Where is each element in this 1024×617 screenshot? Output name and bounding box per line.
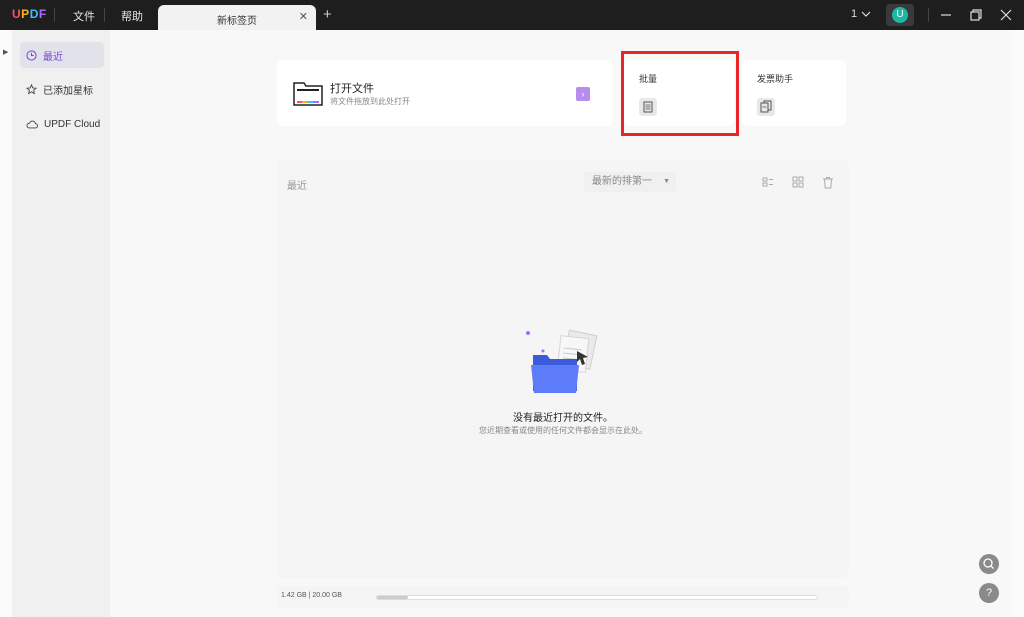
- storage-progress-fill: [377, 596, 409, 599]
- sidebar-item-recent[interactable]: 最近: [20, 42, 104, 68]
- recent-panel: 最近 最新的排第一 ▼ 没有最近打开的文件。 您近期查看或使用的任何文件都会显示…: [277, 160, 849, 578]
- search-fab-icon[interactable]: [979, 554, 999, 574]
- open-file-subtitle: 将文件拖放到此处打开: [330, 97, 410, 106]
- tab-close-icon[interactable]: ✕: [299, 10, 308, 23]
- empty-state-subtitle: 您近期查看或使用的任何文件都会显示在此处。: [479, 426, 647, 435]
- logo-letter-p: P: [21, 7, 30, 21]
- chevron-right-icon[interactable]: ›: [576, 87, 590, 101]
- close-window-icon[interactable]: [998, 7, 1014, 23]
- star-icon: [26, 83, 37, 94]
- sidebar: 最近 已添加星标 UPDF Cloud: [12, 30, 110, 617]
- separator: [54, 8, 55, 22]
- tab-new[interactable]: 新标签页 ✕: [158, 5, 316, 30]
- new-tab-plus-icon[interactable]: +: [323, 6, 332, 23]
- caret-down-icon: ▼: [663, 178, 670, 185]
- menu-help[interactable]: 帮助: [121, 8, 143, 24]
- recent-title: 最近: [287, 181, 307, 192]
- logo-letter-f: F: [38, 7, 47, 21]
- open-file-title: 打开文件: [330, 83, 374, 95]
- cloud-icon: [26, 120, 38, 128]
- invoice-title: 发票助手: [757, 74, 794, 84]
- clock-icon: [26, 49, 37, 61]
- page-count[interactable]: 1: [851, 8, 857, 20]
- storage-progress-track: [376, 595, 818, 600]
- logo-letter-d: D: [29, 7, 39, 21]
- avatar: U: [892, 7, 908, 23]
- highlight-box: [621, 51, 739, 136]
- help-fab-icon[interactable]: ?: [979, 583, 999, 603]
- logo-letter-u: U: [12, 7, 22, 21]
- sidebar-item-label: UPDF Cloud: [44, 118, 101, 130]
- sidebar-collapse-icon[interactable]: ▶: [3, 48, 8, 56]
- title-bar: UPDF 文件 帮助 新标签页 ✕ + 1 U: [0, 0, 1024, 30]
- sidebar-item-cloud[interactable]: UPDF Cloud: [20, 111, 104, 137]
- minimize-icon[interactable]: [938, 7, 954, 23]
- folder-icon: [293, 82, 323, 106]
- separator: [104, 8, 105, 22]
- sidebar-item-starred[interactable]: 已添加星标: [20, 76, 104, 102]
- grid-view-icon[interactable]: [792, 176, 804, 188]
- updf-logo: UPDF: [12, 7, 47, 21]
- chevron-down-icon[interactable]: [861, 9, 871, 19]
- storage-usage-text: 1.42 GB | 20.00 GB: [281, 592, 342, 599]
- empty-state-title: 没有最近打开的文件。: [513, 413, 613, 424]
- list-view-icon[interactable]: [762, 176, 774, 188]
- trash-icon[interactable]: [822, 176, 834, 189]
- restore-icon[interactable]: [968, 7, 984, 23]
- tab-label: 新标签页: [217, 16, 257, 27]
- empty-folder-illustration: [526, 329, 598, 393]
- sidebar-item-label: 已添加星标: [43, 85, 93, 97]
- menu-file[interactable]: 文件: [73, 8, 95, 24]
- open-file-card[interactable]: 打开文件 将文件拖放到此处打开 ›: [277, 60, 613, 126]
- storage-bar: 1.42 GB | 20.00 GB: [277, 586, 849, 608]
- sort-dropdown[interactable]: 最新的排第一 ▼: [584, 172, 676, 192]
- invoice-icon: [757, 98, 775, 116]
- sidebar-item-label: 最近: [43, 51, 63, 63]
- separator: [928, 8, 929, 22]
- account-button[interactable]: U: [886, 4, 914, 26]
- invoice-card[interactable]: 发票助手: [742, 60, 846, 126]
- sort-label: 最新的排第一: [592, 176, 652, 187]
